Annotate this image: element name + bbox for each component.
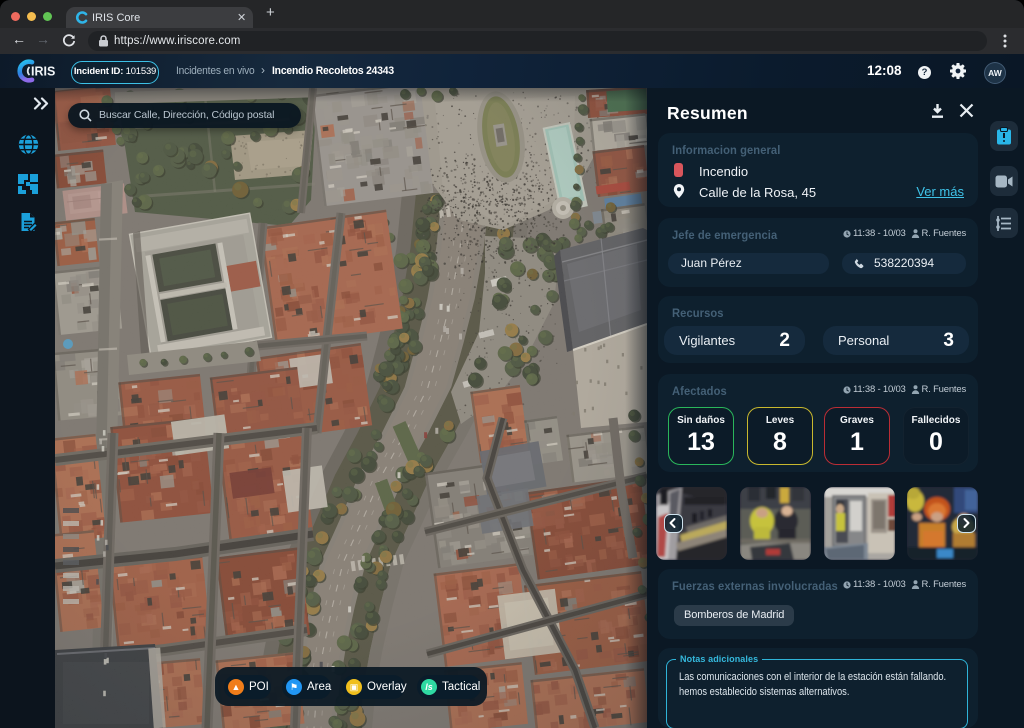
svg-text:IRIS: IRIS [31, 65, 55, 79]
